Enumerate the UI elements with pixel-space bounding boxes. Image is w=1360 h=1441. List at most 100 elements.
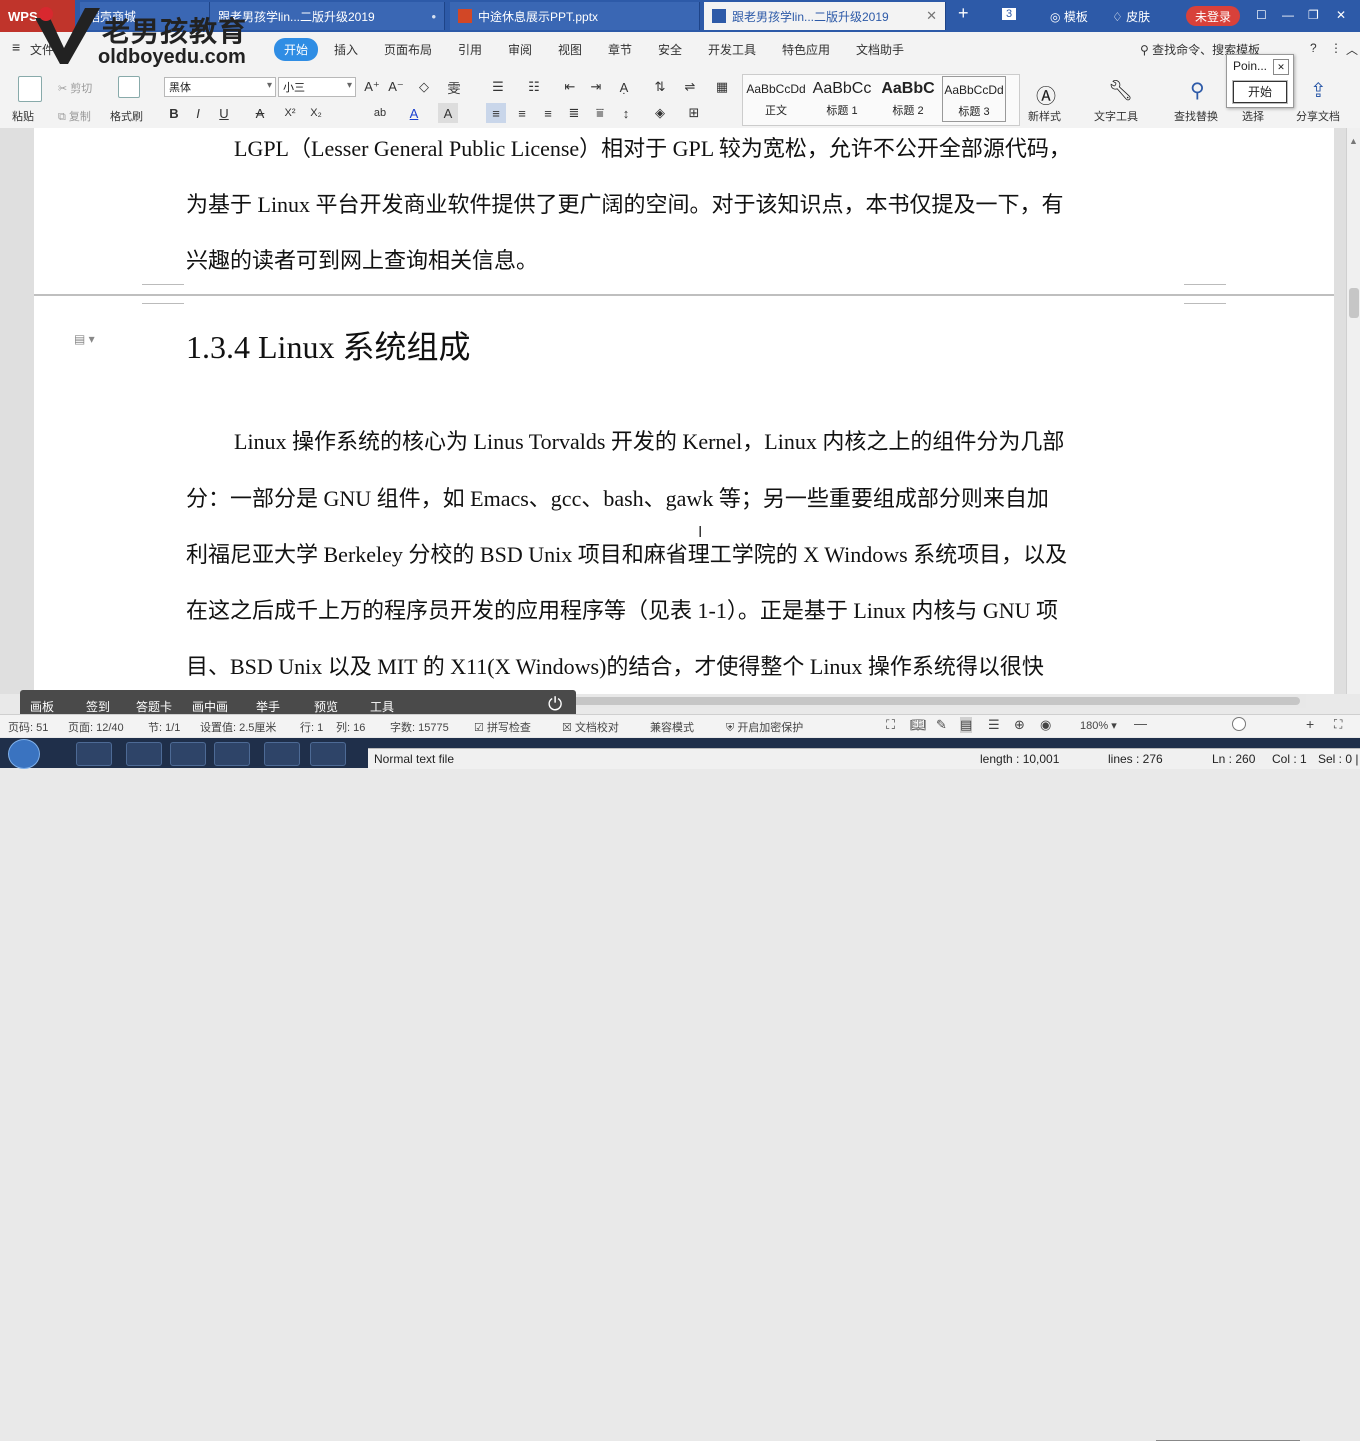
para1-line[interactable]: 兴趣的读者可到网上查询相关信息。 (186, 243, 1186, 275)
style-normal[interactable]: AaBbCcDd 正文 (744, 76, 808, 122)
outline-view-icon[interactable]: ☰ (988, 717, 1000, 733)
cut-button[interactable]: ✂ 剪切 (58, 80, 92, 96)
notes-icon[interactable] (170, 742, 206, 766)
style-heading-1[interactable]: AaBbCc 标题 1 (810, 76, 874, 122)
status-words[interactable]: 字数: 15775 (390, 719, 449, 735)
overlay-item-answer[interactable]: 答题卡 (136, 698, 172, 715)
terminal-icon[interactable] (126, 742, 162, 766)
font-size-select[interactable]: 小三 (278, 77, 356, 97)
style-heading-3[interactable]: AaBbCcDd 标题 3 (942, 76, 1006, 122)
page-view-icon[interactable]: ▤ (960, 717, 973, 733)
share-icon[interactable]: ⇪ (1310, 78, 1327, 103)
write-mode-icon[interactable]: ✎ (936, 717, 947, 733)
grow-font-icon[interactable]: A⁺ (362, 77, 382, 97)
para1-line[interactable]: 为基于 Linux 平台开发商业软件提供了更广阔的空间。对于该知识点，本书仅提及… (186, 187, 1186, 219)
zoom-out-icon[interactable]: — (1134, 716, 1147, 731)
para2-line[interactable]: 分：一部分是 GNU 组件，如 Emacs、gcc、bash、gawk 等；另一… (186, 481, 1186, 513)
start-icon[interactable] (8, 739, 40, 769)
more-icon[interactable]: ⋮ (1330, 41, 1342, 55)
skin-button[interactable]: ♢ 皮肤 (1112, 8, 1150, 25)
tab-document-active[interactable]: 跟老男孩学lin...二版升级2019 ✕ (704, 2, 946, 30)
spell-check-toggle[interactable]: ☑ 拼写检查 (474, 719, 531, 735)
line-spacing-icon[interactable]: ↕ (616, 103, 636, 123)
format-painter-label[interactable]: 格式刷 (110, 108, 143, 124)
popup-close-icon[interactable]: ✕ (1273, 59, 1289, 75)
menu-developer[interactable]: 开发工具 (708, 41, 756, 58)
para2-line[interactable]: 利福尼亚大学 Berkeley 分校的 BSD Unix 项目和麻省理工学院的 … (186, 537, 1186, 569)
style-heading-2[interactable]: AaBbC 标题 2 (876, 76, 940, 122)
find-icon[interactable]: ⚲ (1190, 78, 1205, 103)
para2-line[interactable]: 在这之后成千上万的程序员开发的应用程序等（见表 1-1）。正是基于 Linux … (186, 593, 1186, 625)
borders-icon[interactable]: ⊞ (684, 103, 704, 123)
zoom-level[interactable]: 180% ▾ (1080, 719, 1117, 732)
zoom-slider-thumb[interactable] (1232, 717, 1246, 731)
menu-special[interactable]: 特色应用 (782, 41, 830, 58)
bold-icon[interactable]: B (164, 103, 184, 123)
tab-ppt[interactable]: 中途休息展示PPT.pptx (450, 2, 700, 30)
web-view-icon[interactable]: ⊕ (1014, 717, 1025, 733)
find-replace-label[interactable]: 查找替换 (1174, 108, 1218, 124)
horizontal-scrollbar[interactable] (560, 694, 1306, 708)
paragraph-handle-icon[interactable]: ▤ ▾ (74, 332, 95, 346)
help-icon[interactable]: ? (1310, 41, 1317, 55)
select-label[interactable]: 选择 (1242, 108, 1264, 124)
chrome-icon[interactable] (214, 742, 250, 766)
eye-protect-icon[interactable]: ◉ (1040, 717, 1051, 733)
text-tool-label[interactable]: 文字工具 (1094, 108, 1138, 124)
hscroll-thumb[interactable] (564, 697, 1300, 705)
template-button[interactable]: ◎ 模板 (1050, 8, 1088, 25)
new-style-label[interactable]: 新样式 (1028, 108, 1061, 124)
subscript-icon[interactable]: X₂ (306, 103, 326, 123)
close-icon[interactable]: • (431, 9, 436, 24)
overlay-item-signin[interactable]: 签到 (86, 698, 110, 715)
share-label[interactable]: 分享文档 (1296, 108, 1340, 124)
overlay-item-preview[interactable]: 预览 (314, 698, 338, 715)
new-tab-icon[interactable]: + (958, 3, 969, 24)
menu-layout[interactable]: 页面布局 (384, 41, 432, 58)
paste-icon[interactable] (18, 76, 42, 102)
font-family-select[interactable]: 黑体 (164, 77, 276, 97)
menu-view[interactable]: 视图 (558, 41, 582, 58)
overlay-item-pip[interactable]: 画中画 (192, 698, 228, 715)
menu-review[interactable]: 审阅 (508, 41, 532, 58)
menu-doc-assistant[interactable]: 文档助手 (856, 41, 904, 58)
font-color-icon[interactable]: A (404, 103, 424, 123)
menu-insert[interactable]: 插入 (334, 41, 358, 58)
hamburger-icon[interactable]: ≡ (12, 39, 20, 55)
menu-icon[interactable]: ☐ (1256, 8, 1267, 22)
justify-icon[interactable]: ≣ (564, 103, 584, 123)
decrease-indent-icon[interactable]: ⇤ (560, 77, 580, 97)
char-shading-icon[interactable]: A (438, 103, 458, 123)
menu-home[interactable]: 开始 (274, 38, 319, 61)
format-painter-icon[interactable] (118, 76, 140, 98)
scroll-thumb[interactable] (1349, 288, 1359, 318)
phonetic-icon[interactable]: 雯 (444, 77, 464, 97)
tab-count-badge[interactable]: 3 (1002, 8, 1017, 20)
overlay-item-board[interactable]: 画板 (30, 698, 54, 715)
bullets-icon[interactable]: ☰ (488, 77, 508, 97)
highlight-icon[interactable]: ab (370, 103, 390, 123)
menu-security[interactable]: 安全 (658, 41, 682, 58)
section-heading[interactable]: 1.3.4 Linux 系统组成 (186, 322, 470, 368)
app-icon[interactable] (264, 742, 300, 766)
copy-button[interactable]: ⧉ 复制 (58, 108, 91, 124)
zoom-in-icon[interactable]: + (1306, 716, 1314, 732)
scroll-up-icon[interactable]: ▲ (1349, 136, 1358, 146)
paragraph-mark-icon[interactable]: ⇌ (680, 77, 700, 97)
power-icon[interactable]: ⏻ (548, 694, 562, 715)
login-button[interactable]: 未登录 (1186, 6, 1240, 26)
read-mode-icon[interactable]: 📖︎ (910, 717, 927, 733)
underline-icon[interactable]: U (214, 103, 234, 123)
overlay-item-raise-hand[interactable]: 举手 (256, 698, 280, 715)
vertical-scrollbar[interactable]: ▲ (1346, 128, 1360, 694)
doc-check-toggle[interactable]: ☒ 文档校对 (562, 719, 619, 735)
collapse-ribbon-icon[interactable]: ︿ (1346, 41, 1358, 58)
shading-icon[interactable]: ◈ (650, 103, 670, 123)
popup-start-button[interactable]: 开始 (1232, 80, 1288, 104)
clear-format-icon[interactable]: ◇ (414, 77, 434, 97)
fit-page-icon[interactable]: ⛶ (1334, 717, 1342, 732)
numbering-icon[interactable]: ☷ (524, 77, 544, 97)
media-icon[interactable] (310, 742, 346, 766)
increase-indent-icon[interactable]: ⇥ (586, 77, 606, 97)
shrink-font-icon[interactable]: A⁻ (386, 77, 406, 97)
